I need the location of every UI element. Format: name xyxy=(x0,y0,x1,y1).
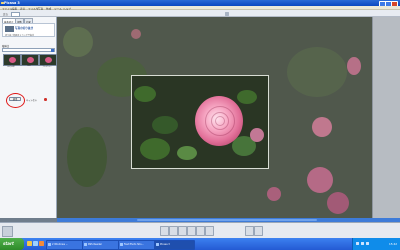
taskbar: start 2 Windows ... RSS Reader Fast Phot… xyxy=(0,238,400,250)
task-label: RSS Reader xyxy=(88,242,102,246)
toolbar: 戻る xyxy=(0,10,400,18)
background-foliage xyxy=(63,27,93,57)
preset-thumbnail[interactable]: 元の比率 xyxy=(3,54,21,81)
rose-thumb xyxy=(44,57,52,63)
background-foliage xyxy=(67,127,107,187)
share-icon[interactable] xyxy=(160,225,169,236)
photo-tray-icon[interactable] xyxy=(2,226,13,237)
preset-thumbnail[interactable]: 4x6 xyxy=(21,54,39,81)
leaf xyxy=(177,146,197,160)
background-foliage xyxy=(287,47,347,97)
leaf xyxy=(152,116,178,134)
edit-panel: 基本修正 調整 効果 写真の切り抜き 切り抜く範囲をドラッグで指定 縦横比 元の… xyxy=(0,17,57,218)
window-icon xyxy=(84,242,87,247)
system-tray: 15:42 xyxy=(352,238,400,250)
preset-thumbnail[interactable]: プレビュー xyxy=(39,54,57,81)
rose-thumb xyxy=(26,57,34,63)
taskbar-item[interactable]: Fast Photo Sho... xyxy=(118,239,159,250)
blurred-rose xyxy=(312,117,332,137)
media-icon[interactable] xyxy=(39,241,44,246)
chevron-down-icon[interactable] xyxy=(50,49,54,53)
cancel-icon[interactable] xyxy=(44,98,47,101)
preset-caption: プレビュー xyxy=(42,66,52,68)
print-icon[interactable] xyxy=(178,225,187,236)
leaf xyxy=(140,138,170,160)
task-label: Picasa 3 xyxy=(160,242,170,246)
back-button[interactable]: 戻る xyxy=(3,12,8,16)
window-icon xyxy=(48,242,51,247)
blurred-rose xyxy=(267,187,281,201)
window-icon xyxy=(156,242,159,247)
taskbar-item-active[interactable]: Picasa 3 xyxy=(154,239,195,250)
cancel-link[interactable]: キャンセル xyxy=(26,98,37,102)
blurred-rose xyxy=(250,128,264,142)
network-icon[interactable] xyxy=(356,242,359,245)
taskbar-item[interactable]: 2 Windows ... xyxy=(46,239,87,250)
volume-icon[interactable] xyxy=(361,242,364,245)
rose-thumb xyxy=(8,57,16,63)
window-title: Picasa 3 xyxy=(4,1,20,5)
grid-icon[interactable] xyxy=(225,11,229,16)
aspect-ratio-select[interactable] xyxy=(2,48,55,53)
rose-petal xyxy=(215,116,225,126)
apply-button[interactable]: 適用 xyxy=(9,97,21,102)
clock: 15:42 xyxy=(388,241,397,246)
start-button[interactable]: start xyxy=(0,238,24,250)
blurred-rose xyxy=(327,192,349,214)
email-icon[interactable] xyxy=(169,225,178,236)
window-icon xyxy=(120,242,123,247)
blog-icon[interactable] xyxy=(205,225,214,236)
preset-caption: 元の比率 xyxy=(7,66,15,68)
rose-bud xyxy=(131,29,141,39)
collage-icon[interactable] xyxy=(254,225,263,236)
blurred-rose xyxy=(307,167,333,193)
action-bar xyxy=(0,222,400,238)
preset-caption: 4x6 xyxy=(27,65,31,67)
folder-icon[interactable] xyxy=(27,241,32,246)
right-margin xyxy=(372,17,400,218)
movie-icon[interactable] xyxy=(245,225,254,236)
order-icon[interactable] xyxy=(196,225,205,236)
info-description: 切り抜く範囲をドラッグで指定 xyxy=(5,34,35,37)
info-heading: 写真の切り抜き xyxy=(15,26,34,30)
crop-tool-icon xyxy=(4,26,14,32)
blurred-rose xyxy=(347,57,361,75)
pink-rose xyxy=(195,96,243,146)
task-label: 2 Windows ... xyxy=(52,242,68,246)
leaf xyxy=(237,90,257,104)
scrollbar-thumb[interactable] xyxy=(137,218,317,222)
taskbar-item[interactable]: RSS Reader xyxy=(82,239,123,250)
info-card: 写真の切り抜き 切り抜く範囲をドラッグで指定 xyxy=(2,23,55,37)
browser-icon[interactable] xyxy=(33,241,38,246)
security-icon[interactable] xyxy=(366,242,369,245)
task-label: Fast Photo Sho... xyxy=(124,242,144,246)
export-icon[interactable] xyxy=(187,225,196,236)
leaf xyxy=(134,86,156,102)
